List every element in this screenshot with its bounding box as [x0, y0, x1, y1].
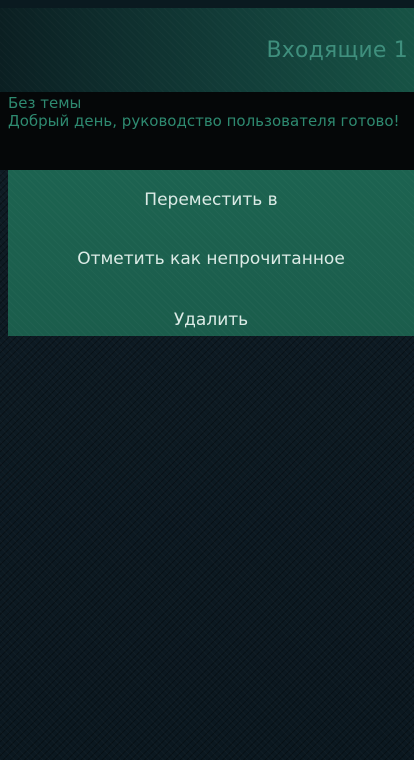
menu-item-move-to[interactable]: Переместить в: [8, 180, 414, 220]
page-title: Входящие 1: [266, 38, 408, 63]
context-menu: Переместить в Отметить как непрочитанное…: [8, 170, 414, 336]
status-strip: [0, 0, 414, 8]
email-snippet: Добрый день, руководство пользователя го…: [8, 112, 400, 130]
menu-item-delete[interactable]: Удалить: [8, 300, 414, 340]
menu-item-mark-unread[interactable]: Отметить как непрочитанное: [8, 239, 414, 279]
email-list-item[interactable]: Без темы Добрый день, руководство пользо…: [0, 92, 414, 170]
page-header: Входящие 1: [0, 8, 414, 92]
app-screen: Входящие 1 Без темы Добрый день, руковод…: [0, 0, 414, 760]
email-subject: Без темы: [8, 94, 82, 112]
